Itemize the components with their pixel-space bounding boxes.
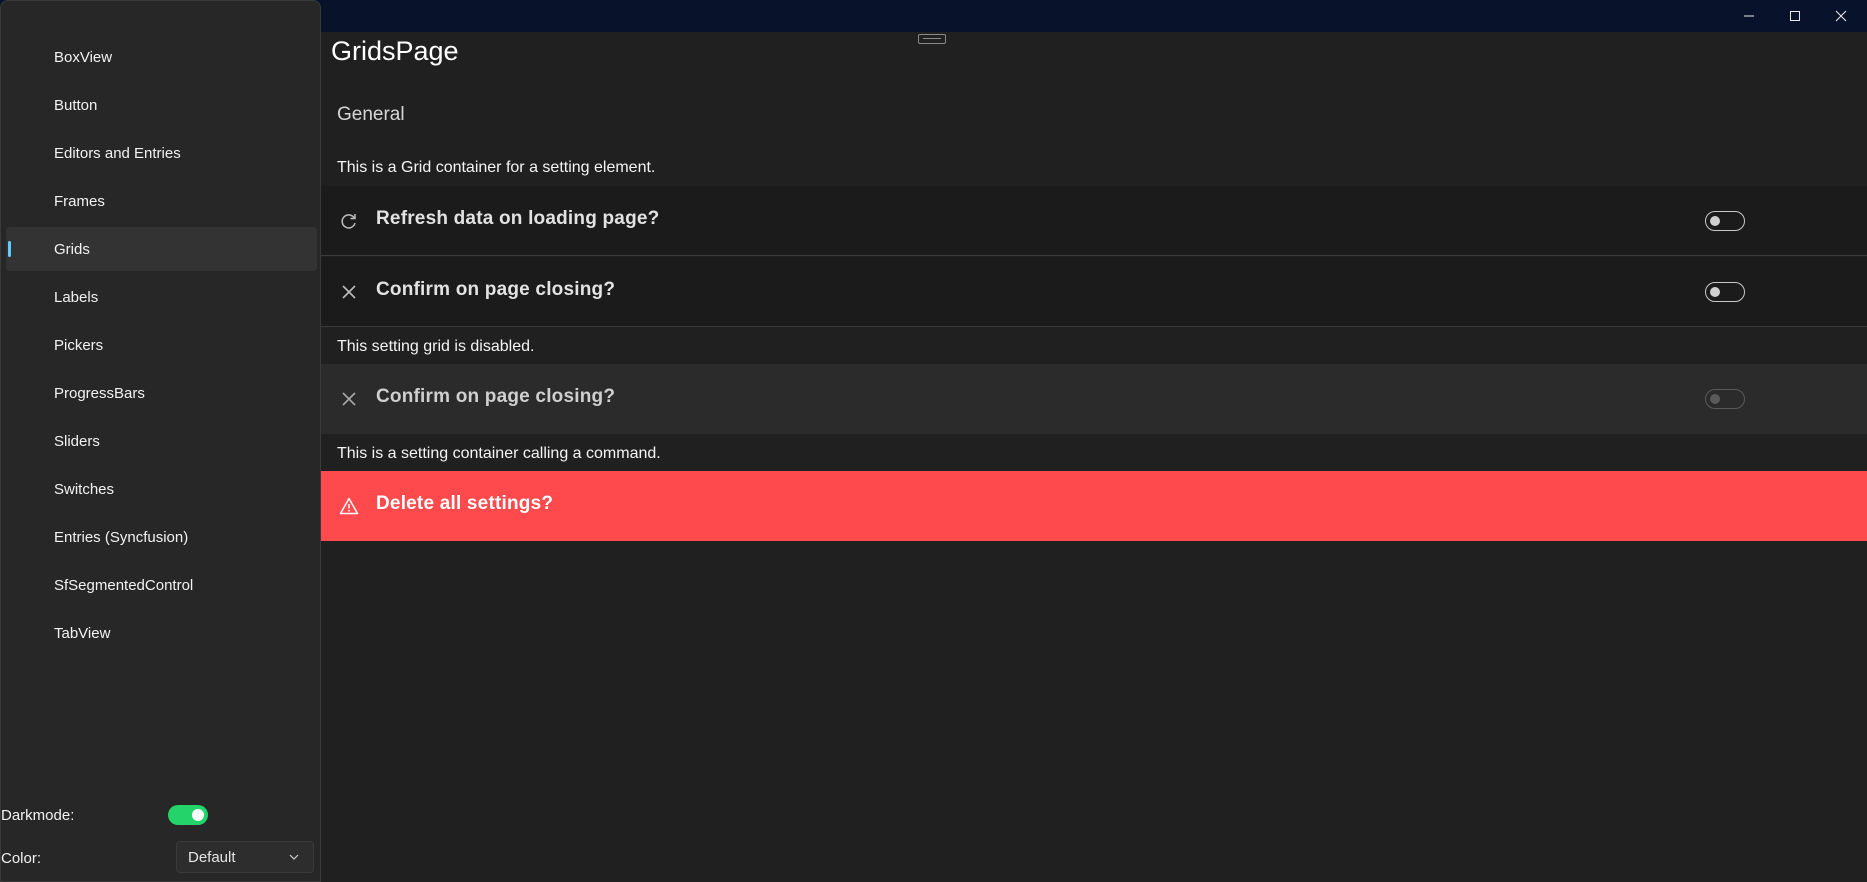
confirm-disabled-toggle xyxy=(1705,389,1745,409)
sidebar-item-frames[interactable]: Frames xyxy=(6,179,317,223)
sidebar-item-progressbars[interactable]: ProgressBars xyxy=(6,371,317,415)
sidebar-item-sfsegmentedcontrol[interactable]: SfSegmentedControl xyxy=(6,563,317,607)
toggle-knob xyxy=(1710,216,1720,226)
warning-icon xyxy=(339,497,359,515)
darkmode-label: Darkmode: xyxy=(1,806,75,824)
sidebar-item-label: Grids xyxy=(54,240,90,258)
sidebar-item-label: Editors and Entries xyxy=(54,144,181,162)
toggle-knob xyxy=(192,809,204,821)
close-icon xyxy=(1835,10,1847,22)
sidebar-item-label: Entries (Syncfusion) xyxy=(54,528,189,546)
delete-settings-label: Delete all settings? xyxy=(376,493,554,514)
sidebar: BoxView Button Editors and Entries Frame… xyxy=(0,0,321,882)
minimize-icon xyxy=(1744,15,1754,17)
sidebar-item-pickers[interactable]: Pickers xyxy=(6,323,317,367)
sidebar-item-label: Frames xyxy=(54,192,105,210)
sidebar-item-tabview[interactable]: TabView xyxy=(6,611,317,655)
grid-description: This is a Grid container for a setting e… xyxy=(337,159,656,176)
sidebar-item-label: TabView xyxy=(54,624,111,642)
sidebar-item-label: Button xyxy=(54,96,98,114)
sidebar-item-label: BoxView xyxy=(54,48,113,66)
sidebar-item-label: Pickers xyxy=(54,336,104,354)
color-label: Color: xyxy=(1,849,42,867)
maximize-icon xyxy=(1790,11,1800,21)
selection-indicator xyxy=(8,241,11,257)
delete-settings-row[interactable]: Delete all settings? xyxy=(321,471,1867,541)
sidebar-item-boxview[interactable]: BoxView xyxy=(6,35,317,79)
page-title: GridsPage xyxy=(331,36,459,66)
darkmode-toggle[interactable] xyxy=(168,805,208,825)
sidebar-item-switches[interactable]: Switches xyxy=(6,467,317,511)
refresh-setting-label: Refresh data on loading page? xyxy=(376,208,660,229)
disabled-description: This setting grid is disabled. xyxy=(337,338,535,355)
close-button[interactable] xyxy=(1818,0,1864,32)
sidebar-item-sliders[interactable]: Sliders xyxy=(6,419,317,463)
sidebar-item-label: SfSegmentedControl xyxy=(54,576,194,594)
sidebar-item-grids[interactable]: Grids xyxy=(6,227,317,271)
sidebar-item-editors-and-entries[interactable]: Editors and Entries xyxy=(6,131,317,175)
sidebar-item-entries-syncfusion[interactable]: Entries (Syncfusion) xyxy=(6,515,317,559)
close-icon xyxy=(342,392,356,406)
minimize-button[interactable] xyxy=(1726,0,1772,32)
refresh-icon xyxy=(341,214,356,229)
command-description: This is a setting container calling a co… xyxy=(337,445,661,462)
toggle-knob xyxy=(1710,394,1720,404)
color-select-value: Default xyxy=(188,848,236,866)
color-select[interactable]: Default xyxy=(176,841,314,873)
section-header: General xyxy=(337,104,405,125)
sidebar-item-label: Labels xyxy=(54,288,99,306)
confirm-setting-row: Confirm on page closing? xyxy=(321,257,1867,327)
maximize-button[interactable] xyxy=(1772,0,1818,32)
refresh-toggle[interactable] xyxy=(1705,211,1745,231)
close-icon xyxy=(342,285,356,299)
toggle-knob xyxy=(1710,287,1720,297)
sidebar-item-label: Switches xyxy=(54,480,115,498)
sidebar-item-label: Sliders xyxy=(54,432,100,450)
confirm-disabled-setting-row: Confirm on page closing? xyxy=(321,364,1867,434)
confirm-toggle[interactable] xyxy=(1705,282,1745,302)
chevron-down-icon xyxy=(289,854,299,860)
drag-handle-icon[interactable] xyxy=(918,34,946,44)
sidebar-item-label: ProgressBars xyxy=(54,384,145,402)
refresh-setting-row: Refresh data on loading page? xyxy=(321,186,1867,256)
confirm-disabled-setting-label: Confirm on page closing? xyxy=(376,386,616,407)
darkmode-row: Darkmode: xyxy=(1,805,322,825)
sidebar-item-button[interactable]: Button xyxy=(6,83,317,127)
confirm-setting-label: Confirm on page closing? xyxy=(376,279,616,300)
sidebar-item-labels[interactable]: Labels xyxy=(6,275,317,319)
